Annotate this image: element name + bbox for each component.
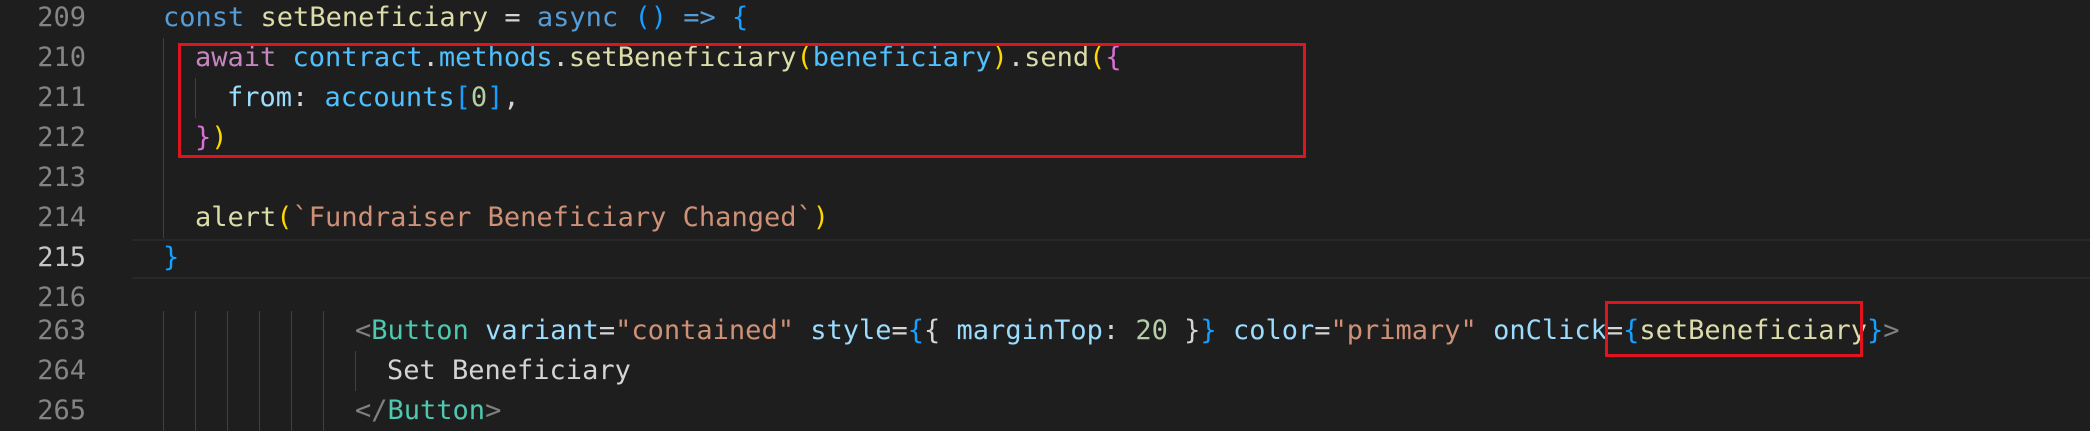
indent-guide [323, 311, 324, 351]
code-token: "primary" [1330, 315, 1477, 346]
line-number: 209 [37, 2, 86, 33]
indent-guide [227, 391, 228, 431]
line-number: 264 [37, 355, 86, 386]
indent-guide [259, 351, 260, 391]
indent-guide [323, 391, 324, 431]
code-token: variant [485, 315, 599, 346]
code-token: } [1167, 315, 1201, 346]
code-token: = [1314, 315, 1331, 346]
code-token: < [355, 315, 372, 346]
code-token: > [485, 395, 502, 426]
code-token: color [1232, 315, 1315, 346]
code-line[interactable]: 265 </Button> [0, 391, 2090, 431]
code-text: const setBeneficiary = async () => { [163, 0, 748, 38]
indent-guide [291, 311, 292, 351]
code-token: alert [195, 202, 277, 233]
indent-guide [163, 118, 164, 158]
code-token: marginTop [956, 315, 1103, 346]
code-token: { [732, 2, 749, 33]
code-text: alert(`Fundraiser Beneficiary Changed`) [195, 198, 829, 238]
indent-guide [195, 351, 196, 391]
code-token: const [163, 2, 245, 33]
code-line[interactable]: 264 Set Beneficiary [0, 351, 2090, 391]
indent-guide [259, 391, 260, 431]
code-token: } [1200, 315, 1217, 346]
code-token: { [907, 315, 925, 346]
code-text: Set Beneficiary [387, 351, 631, 391]
code-token: "contained" [615, 315, 794, 346]
line-number: 215 [37, 242, 86, 273]
indent-guide [355, 351, 356, 391]
line-number: 213 [37, 162, 86, 193]
line-number: 210 [37, 42, 86, 73]
indent-guide [291, 391, 292, 431]
indent-guide [291, 351, 292, 391]
indent-guide [227, 311, 228, 351]
code-token: () [634, 2, 667, 33]
indent-guide [163, 78, 164, 118]
code-token: Set Beneficiary [387, 355, 631, 386]
highlight-box-onclick-handler [1605, 301, 1863, 357]
indent-guide [163, 158, 164, 198]
code-token: } [1866, 315, 1884, 346]
code-token: `Fundraiser Beneficiary Changed` [292, 202, 813, 233]
code-token: => [683, 2, 716, 33]
code-editor[interactable]: 209 const setBeneficiary = async () => {2… [0, 0, 2090, 431]
code-token: Button [387, 395, 486, 426]
code-token: = [891, 315, 908, 346]
code-token: </ [355, 395, 388, 426]
line-number: 212 [37, 122, 86, 153]
code-token: 20 [1135, 315, 1168, 346]
code-line[interactable]: 209 const setBeneficiary = async () => { [0, 0, 2090, 38]
indent-guide [195, 311, 196, 351]
indent-guide [163, 351, 164, 391]
indent-guide [259, 311, 260, 351]
code-token: async [536, 2, 619, 33]
line-number: 214 [37, 202, 86, 233]
code-line[interactable]: 214 alert(`Fundraiser Beneficiary Changed… [0, 198, 2090, 238]
indent-guide [163, 391, 164, 431]
code-token: setBeneficiary [260, 2, 489, 33]
indent-guide [323, 351, 324, 391]
code-token: style [810, 315, 892, 346]
code-text: </Button> [355, 391, 501, 431]
indent-guide [195, 391, 196, 431]
indent-guide [163, 198, 164, 238]
indent-guide [163, 311, 164, 351]
code-token: { [924, 315, 957, 346]
code-token: > [1883, 315, 1900, 346]
code-line[interactable]: 215} [0, 238, 2090, 278]
code-token: : [1102, 315, 1136, 346]
code-token: ) [812, 202, 829, 233]
code-token: = [598, 315, 616, 346]
line-number: 263 [37, 315, 86, 346]
code-token: = [488, 2, 537, 33]
line-number: 211 [37, 82, 86, 113]
line-number: 265 [37, 395, 86, 426]
indent-guide [163, 38, 164, 78]
indent-guide [227, 351, 228, 391]
code-token: } [163, 242, 180, 273]
code-text: } [163, 238, 179, 278]
code-line[interactable]: 213 [0, 158, 2090, 198]
code-token: Button [371, 315, 469, 346]
code-token: onClick [1493, 315, 1607, 346]
code-token: ( [276, 202, 293, 233]
highlight-box-send-call [178, 43, 1306, 158]
